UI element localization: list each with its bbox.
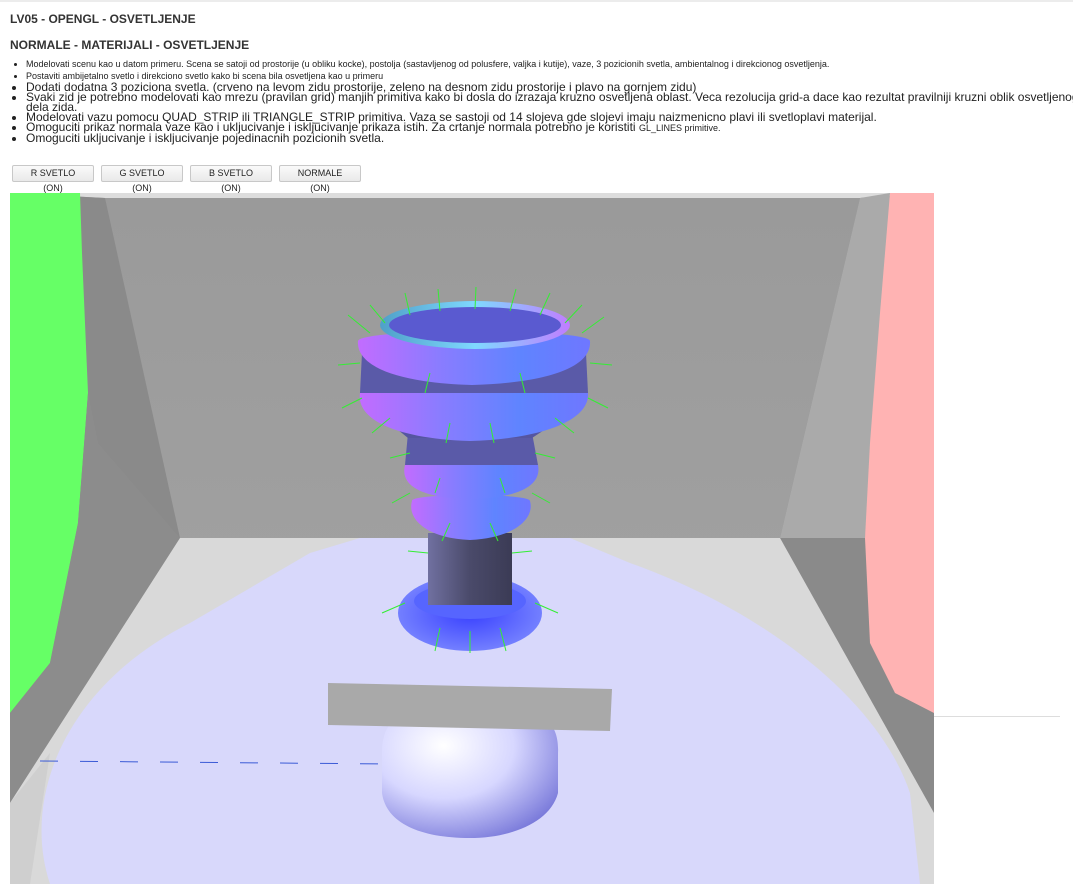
task-item: Modelovati scenu kao u datom primeru. Sc… bbox=[26, 58, 1073, 70]
top-border bbox=[0, 0, 1073, 2]
task-item: Omoguciti ukljucivanje i iskljucivanje p… bbox=[26, 132, 1073, 144]
task-list: Modelovati scenu kao u datom primeru. Sc… bbox=[10, 58, 1073, 144]
code-text: GL_LINES primitive. bbox=[638, 123, 721, 133]
vase-stem bbox=[428, 533, 512, 605]
vase-rim-inner bbox=[389, 307, 561, 343]
red-light-toggle-button[interactable]: R SVETLO (ON) bbox=[12, 165, 94, 193]
green-light-toggle-button[interactable]: G SVETLO (ON) bbox=[101, 165, 183, 193]
ceiling bbox=[10, 193, 934, 198]
task-item: Svaki zid je potrebno modelovati kao mre… bbox=[26, 91, 1073, 113]
toolbar: R SVETLO (ON) G SVETLO (ON) B SVETLO (ON… bbox=[12, 165, 361, 193]
scene-svg bbox=[10, 193, 934, 884]
page-subtitle: NORMALE - MATERIJALI - OSVETLJENJE bbox=[10, 38, 250, 52]
blue-light-toggle-button[interactable]: B SVETLO (ON) bbox=[190, 165, 272, 193]
page-title: LV05 - OPENGL - OSVETLJENJE bbox=[10, 12, 196, 26]
pedestal-box bbox=[328, 683, 612, 731]
divider-line bbox=[934, 716, 1060, 717]
normals-toggle-button[interactable]: NORMALE (ON) bbox=[279, 165, 361, 193]
gl-canvas[interactable] bbox=[10, 193, 934, 884]
